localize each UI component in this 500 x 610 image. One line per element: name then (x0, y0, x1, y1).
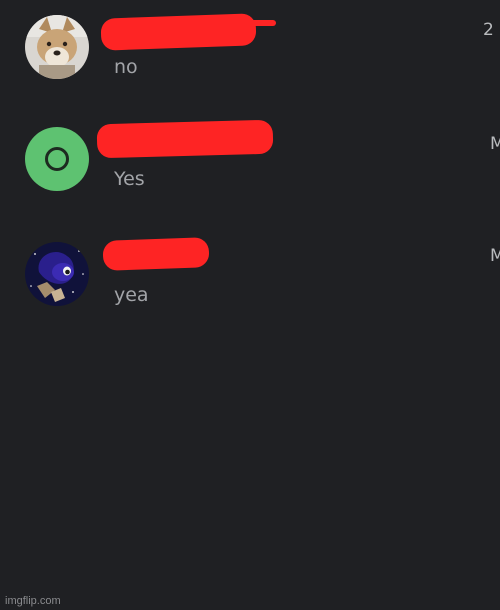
galaxy-pony-avatar-icon (25, 242, 89, 306)
message-timestamp: M (490, 246, 500, 266)
imgflip-watermark: imgflip.com (5, 595, 61, 607)
conversation-item-3[interactable]: yea M (0, 225, 500, 325)
message-preview: no (114, 56, 138, 78)
conversation-list: no 2 m Yes M (0, 0, 500, 610)
green-circle-avatar-icon (25, 127, 89, 191)
redaction-stroke (240, 20, 276, 26)
message-preview: Yes (114, 168, 145, 190)
redacted-sender-name (102, 237, 210, 271)
redacted-sender-name (96, 119, 274, 159)
message-timestamp: 2 m (483, 20, 500, 40)
conversation-item-2[interactable]: Yes M (0, 110, 500, 210)
message-preview: yea (114, 284, 149, 306)
redacted-sender-name (100, 13, 257, 51)
dog-photo-avatar-icon (25, 15, 89, 79)
message-timestamp: M (490, 134, 500, 154)
conversation-item-1[interactable]: no 2 m (0, 0, 500, 100)
